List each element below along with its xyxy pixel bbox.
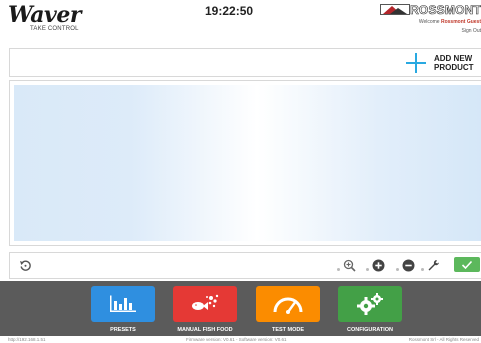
dot-separator bbox=[366, 268, 369, 271]
dot-separator bbox=[396, 268, 399, 271]
header: Waver TAKE CONTROL 19:22:50 ROSSMONT Wel… bbox=[0, 0, 481, 44]
configuration-tile[interactable] bbox=[338, 286, 402, 322]
test-mode-tile[interactable] bbox=[256, 286, 320, 322]
wrench-icon[interactable] bbox=[426, 258, 440, 272]
status-bar: http://192.168.1.51 Firmware version: V0… bbox=[0, 336, 481, 343]
add-new-product-button[interactable]: ADD NEW PRODUCT bbox=[406, 50, 474, 76]
add-label-line1: ADD NEW bbox=[434, 54, 473, 63]
sign-out-link[interactable]: Sign Out bbox=[462, 28, 481, 34]
plus-circle-icon[interactable] bbox=[371, 258, 385, 272]
add-new-product-label: ADD NEW PRODUCT bbox=[434, 54, 474, 72]
welcome-text: Welcome Rossmont Guest bbox=[419, 19, 481, 25]
welcome-user: Rossmont Guest bbox=[440, 19, 481, 25]
reset-icon[interactable] bbox=[18, 258, 32, 272]
nav-label-configuration: CONFIGURATION bbox=[346, 327, 394, 333]
add-label-line2: PRODUCT bbox=[434, 63, 474, 72]
fish-food-icon bbox=[192, 294, 219, 310]
top-toolbar: ADD NEW PRODUCT bbox=[9, 48, 481, 77]
fish-food-tile[interactable] bbox=[173, 286, 237, 322]
chart-panel bbox=[14, 85, 481, 241]
rossmont-logo: ROSSMONT bbox=[380, 2, 481, 17]
nav-presets[interactable]: PRESETS bbox=[91, 286, 155, 333]
confirm-button[interactable] bbox=[454, 257, 480, 272]
plus-icon bbox=[406, 53, 426, 73]
welcome-prefix: Welcome bbox=[418, 19, 440, 25]
brand-name: ROSSMONT bbox=[410, 2, 481, 17]
minus-circle-icon[interactable] bbox=[401, 258, 415, 272]
logo-word: Waver bbox=[8, 2, 81, 28]
version-info: Firmware version: V0.61 - Software versi… bbox=[186, 337, 287, 342]
logo-tagline: TAKE CONTROL bbox=[30, 26, 79, 32]
brand-triangle-icon bbox=[380, 4, 411, 15]
gauge-icon bbox=[273, 297, 303, 314]
waver-logo: Waver TAKE CONTROL bbox=[8, 2, 81, 36]
copyright: Rossmont Srl - All Rights Reserved bbox=[408, 337, 479, 342]
dot-separator bbox=[421, 268, 424, 271]
clock: 19:22:50 bbox=[205, 4, 254, 18]
nav-manual-fish-food[interactable]: MANUAL FISH FOOD bbox=[173, 286, 237, 333]
presets-tile[interactable] bbox=[91, 286, 155, 322]
nav-test-mode[interactable]: TEST MODE bbox=[256, 286, 320, 333]
dot-separator bbox=[337, 268, 340, 271]
bottom-toolbar bbox=[9, 252, 481, 279]
check-icon bbox=[461, 260, 473, 269]
bar-chart-icon bbox=[110, 295, 136, 312]
gears-icon bbox=[357, 293, 383, 315]
footer-nav: PRESETS MANUAL FISH FOOD TEST MODE CONFI… bbox=[0, 281, 481, 336]
content-frame bbox=[9, 80, 481, 246]
ip-address: http://192.168.1.51 bbox=[8, 337, 46, 342]
zoom-in-icon[interactable] bbox=[342, 258, 356, 272]
brand-area: ROSSMONT Welcome Rossmont Guest Sign Out bbox=[371, 2, 481, 40]
nav-configuration[interactable]: CONFIGURATION bbox=[338, 286, 402, 333]
